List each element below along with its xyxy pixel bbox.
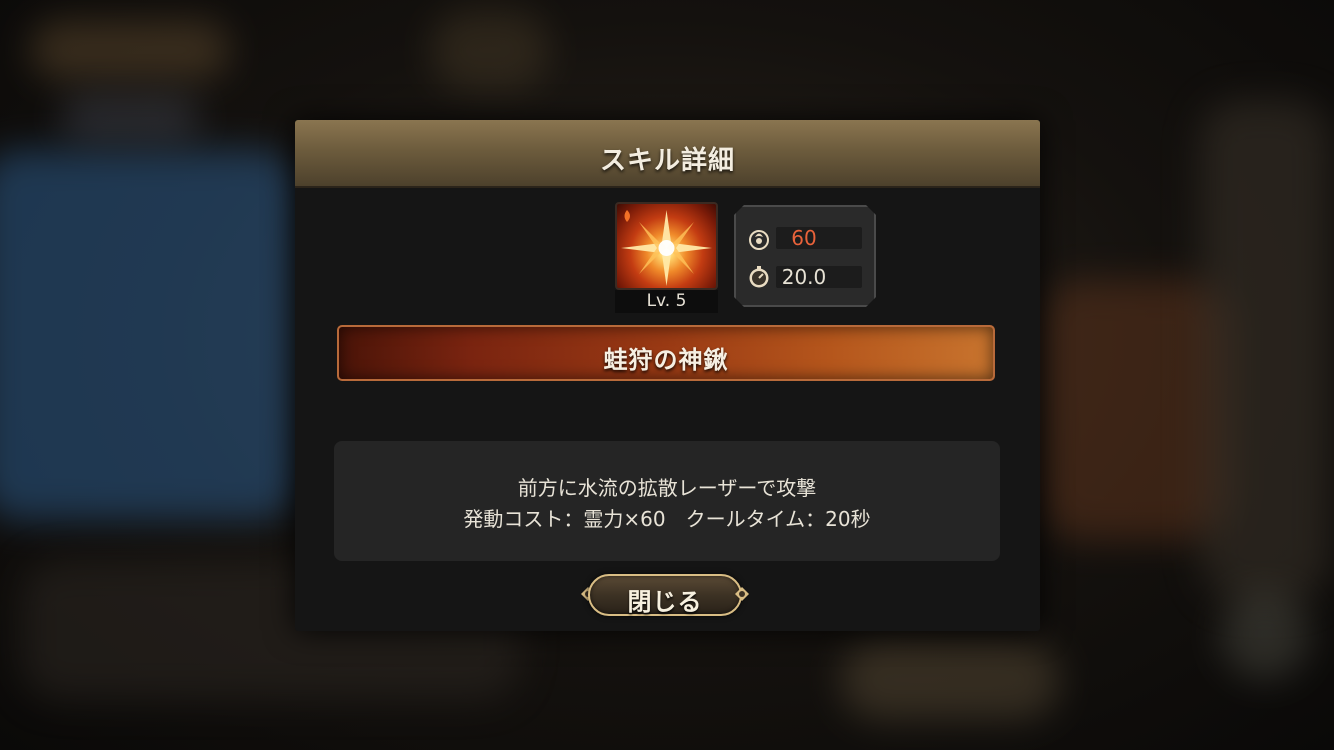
skill-description-box: 前方に水流の拡散レーザーで攻撃 発動コスト：霊力×60 クールタイム：20秒: [334, 441, 1000, 561]
cooldown-value: 20.0: [781, 265, 827, 289]
dialog-title: スキル詳細: [599, 146, 735, 176]
skill-detail-dialog: スキル詳細 Lv. 5 60 20.0 蛙狩の神鍬 前方に水流の拡散レーザーで攻…: [295, 120, 1040, 631]
bg-shape: [60, 95, 200, 140]
close-button-body[interactable]: 閉じる: [588, 574, 742, 616]
spirit-power-icon: [746, 225, 772, 251]
stopwatch-icon: [746, 264, 772, 290]
dialog-header: スキル詳細: [295, 120, 1040, 188]
description-line-2: 発動コスト：霊力×60 クールタイム：20秒: [463, 507, 871, 531]
cost-stat-row: 60: [746, 225, 862, 251]
cooldown-stat-row: 20.0: [746, 266, 862, 288]
fire-burst-icon: [615, 202, 718, 290]
ornament-right-icon: [734, 586, 750, 602]
description-line-1: 前方に水流の拡散レーザーで攻撃: [517, 476, 817, 500]
skill-icon-card: Lv. 5: [615, 202, 718, 313]
close-button[interactable]: 閉じる: [580, 570, 750, 620]
skill-level-label: Lv. 5: [615, 290, 718, 313]
cost-value: 60: [791, 226, 817, 250]
bg-shape: [30, 20, 230, 80]
bg-shape: [0, 150, 300, 520]
skill-name-banner: 蛙狩の神鍬: [337, 325, 995, 381]
skill-name: 蛙狩の神鍬: [603, 346, 729, 374]
bg-shape: [1220, 590, 1310, 680]
bg-shape: [840, 640, 1060, 720]
close-button-label[interactable]: 閉じる: [628, 582, 703, 617]
bg-shape: [430, 10, 550, 90]
bg-shape: [1200, 100, 1330, 600]
skill-stats-panel: 60 20.0: [734, 205, 876, 307]
